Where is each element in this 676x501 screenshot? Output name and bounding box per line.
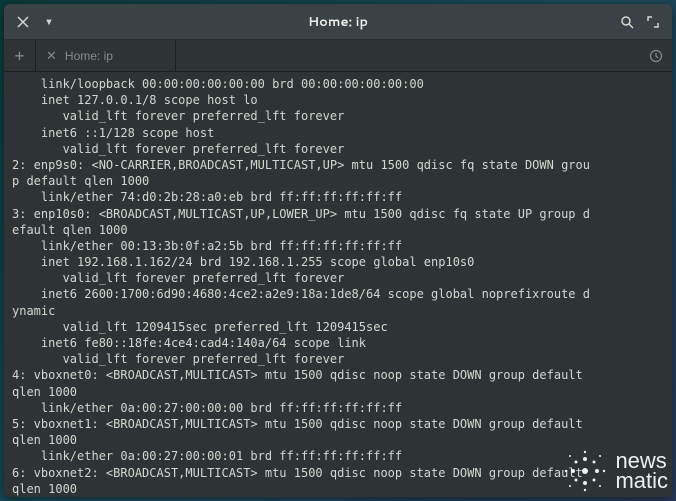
search-icon xyxy=(620,15,634,29)
tab-label: Home: ip xyxy=(65,49,113,63)
terminal-window: ▾ Home: ip + ✕ Home: ip link/loopback 00… xyxy=(4,4,672,497)
tabbar: + ✕ Home: ip xyxy=(4,40,672,72)
window-title: Home: ip xyxy=(62,13,614,31)
expand-icon xyxy=(647,16,659,28)
new-tab-button[interactable]: + xyxy=(4,40,36,71)
terminal-lines: link/loopback 00:00:00:00:00:00 brd 00:0… xyxy=(12,77,590,497)
history-button[interactable] xyxy=(640,40,672,71)
history-icon xyxy=(649,49,663,63)
menu-button[interactable]: ▾ xyxy=(36,9,62,35)
titlebar: ▾ Home: ip xyxy=(4,4,672,40)
search-button[interactable] xyxy=(614,9,640,35)
terminal-output[interactable]: link/loopback 00:00:00:00:00:00 brd 00:0… xyxy=(4,72,672,497)
close-window-button[interactable] xyxy=(10,9,36,35)
tab-home-ip[interactable]: ✕ Home: ip xyxy=(36,40,176,71)
tab-spacer xyxy=(176,40,640,71)
close-tab-icon[interactable]: ✕ xyxy=(46,48,57,64)
chevron-down-icon: ▾ xyxy=(45,14,53,30)
maximize-button[interactable] xyxy=(640,9,666,35)
